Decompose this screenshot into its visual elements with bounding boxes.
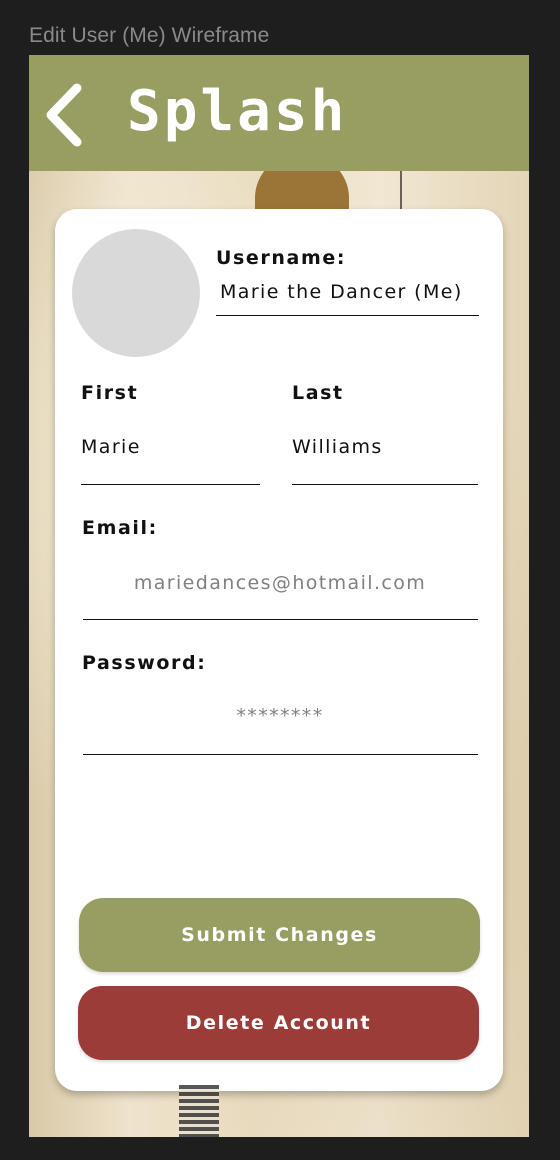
password-label: Password: (82, 652, 207, 674)
background-decoration-feet (179, 1085, 219, 1137)
app-header: Splash (29, 55, 529, 171)
avatar[interactable] (72, 229, 200, 357)
chevron-left-icon[interactable] (43, 82, 87, 148)
background-line (400, 171, 402, 211)
submit-changes-button[interactable]: Submit Changes (79, 898, 480, 972)
delete-account-button[interactable]: Delete Account (78, 986, 479, 1060)
last-name-field[interactable]: Williams (292, 436, 383, 458)
first-name-field[interactable]: Marie (81, 436, 141, 458)
app-title: Splash (127, 79, 348, 144)
last-name-label: Last (292, 382, 344, 404)
password-underline (83, 754, 478, 755)
email-underline (83, 619, 478, 620)
username-field[interactable]: Marie the Dancer (Me) (220, 281, 463, 303)
username-label: Username: (216, 247, 347, 269)
email-field[interactable]: mariedances@hotmail.com (83, 572, 477, 594)
app-frame: Splash Username: Marie the Dancer (Me) F… (29, 55, 529, 1137)
email-label: Email: (82, 517, 158, 539)
edit-user-card: Username: Marie the Dancer (Me) First Ma… (55, 209, 503, 1091)
first-name-label: First (81, 382, 139, 404)
frame-label: Edit User (Me) Wireframe (29, 24, 270, 47)
first-name-underline (81, 484, 260, 485)
last-name-underline (292, 484, 478, 485)
password-field[interactable]: ******** (83, 705, 477, 727)
username-underline (216, 315, 479, 316)
